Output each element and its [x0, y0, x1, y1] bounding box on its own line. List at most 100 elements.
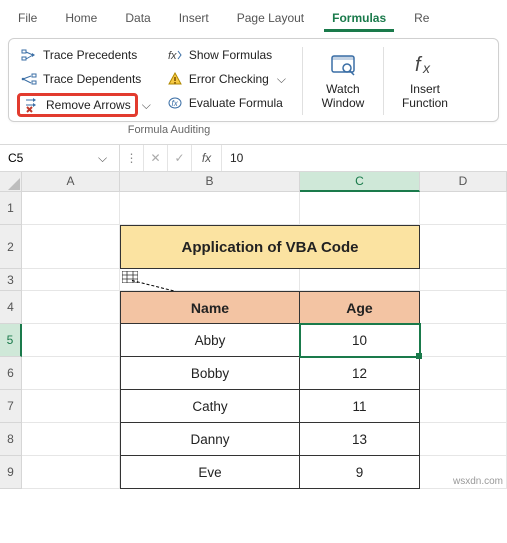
cell[interactable] [22, 456, 120, 489]
row-header-8[interactable]: 8 [0, 423, 22, 456]
group-formula-auditing: Trace Precedents Trace Dependents Remove… [8, 38, 499, 122]
cell[interactable] [420, 269, 507, 291]
formula-bar: ⌵ ⋮ ✕ ✓ fx 10 [0, 144, 507, 172]
cell[interactable] [420, 192, 507, 225]
tab-file[interactable]: File [4, 5, 51, 31]
cancel-button[interactable]: ✕ [144, 145, 168, 171]
svg-text:x: x [422, 60, 431, 76]
cell[interactable] [420, 225, 507, 269]
auditing-buttons-left: Trace Precedents Trace Dependents Remove… [17, 45, 153, 117]
tab-formulas[interactable]: Formulas [318, 5, 400, 31]
remove-arrows-icon [24, 97, 40, 113]
cell[interactable] [22, 192, 120, 225]
table-row: Abby 10 [120, 324, 420, 357]
show-formulas-label: Show Formulas [189, 48, 272, 62]
watch-window-button[interactable]: WatchWindow [313, 45, 373, 117]
name-box-dropdown[interactable]: ⌵ [96, 151, 109, 166]
watch-window-icon [329, 51, 357, 79]
cell[interactable] [22, 291, 120, 324]
tab-insert[interactable]: Insert [165, 5, 223, 31]
cell-age-active[interactable]: 10 [300, 324, 420, 357]
row-header-3[interactable]: 3 [0, 269, 22, 291]
cell[interactable] [120, 192, 300, 225]
row-header-1[interactable]: 1 [0, 192, 22, 225]
row-header-2[interactable]: 2 [0, 225, 22, 269]
name-box[interactable]: ⌵ [0, 145, 120, 171]
cell-name[interactable]: Abby [120, 324, 300, 357]
evaluate-formula-label: Evaluate Formula [189, 96, 283, 110]
cell[interactable] [120, 269, 300, 291]
tab-page-layout[interactable]: Page Layout [223, 5, 318, 31]
cell[interactable] [22, 390, 120, 423]
cell[interactable] [300, 192, 420, 225]
cell[interactable] [300, 269, 420, 291]
col-header-c[interactable]: C [300, 172, 420, 192]
table-row: Eve 9 [120, 456, 420, 489]
cell-name[interactable]: Eve [120, 456, 300, 489]
tab-data[interactable]: Data [111, 5, 164, 31]
cell-name[interactable]: Danny [120, 423, 300, 456]
name-box-input[interactable] [6, 150, 96, 166]
cell-age[interactable]: 9 [300, 456, 420, 489]
cell[interactable] [420, 357, 507, 390]
trace-precedents-button[interactable]: Trace Precedents [17, 45, 153, 65]
cell[interactable] [22, 269, 120, 291]
tab-review[interactable]: Re [400, 5, 443, 31]
tab-home[interactable]: Home [51, 5, 111, 31]
error-checking-dropdown[interactable]: ⌵ [275, 72, 288, 87]
table-row: Danny 13 [120, 423, 420, 456]
cell-age[interactable]: 13 [300, 423, 420, 456]
cell[interactable] [420, 423, 507, 456]
trace-dependents-label: Trace Dependents [43, 72, 141, 86]
row-header-6[interactable]: 6 [0, 357, 22, 390]
remove-arrows-dropdown[interactable]: ⌵ [140, 98, 153, 113]
evaluate-formula-button[interactable]: fx Evaluate Formula [163, 93, 292, 113]
col-header-b[interactable]: B [120, 172, 300, 192]
trace-dependents-button[interactable]: Trace Dependents [17, 69, 153, 89]
trace-precedents-label: Trace Precedents [43, 48, 137, 62]
row-header-5[interactable]: 5 [0, 324, 22, 357]
column-headers: A B C D [0, 172, 507, 192]
row-header-7[interactable]: 7 [0, 390, 22, 423]
show-formulas-button[interactable]: fx Show Formulas [163, 45, 292, 65]
header-name[interactable]: Name [120, 291, 300, 324]
svg-text:fx: fx [171, 99, 178, 108]
table-row: Cathy 11 [120, 390, 420, 423]
watch-window-label-2: Window [322, 96, 365, 110]
show-formulas-icon: fx [167, 47, 183, 63]
cell[interactable] [420, 324, 507, 357]
cell[interactable] [22, 225, 120, 269]
select-all-triangle[interactable] [0, 172, 22, 192]
error-checking-icon [167, 71, 183, 87]
row-header-4[interactable]: 4 [0, 291, 22, 324]
error-checking-label: Error Checking [189, 72, 269, 86]
insert-function-button[interactable]: fx InsertFunction [394, 45, 456, 117]
remove-arrows-label: Remove Arrows [46, 98, 131, 112]
cell-name[interactable]: Bobby [120, 357, 300, 390]
remove-arrows-button[interactable]: Remove Arrows [17, 93, 138, 117]
ribbon-tabs: File Home Data Insert Page Layout Formul… [0, 0, 507, 32]
header-age[interactable]: Age [300, 291, 420, 324]
col-header-a[interactable]: A [22, 172, 120, 192]
col-header-d[interactable]: D [420, 172, 507, 192]
cell[interactable] [22, 423, 120, 456]
cell-age-value: 10 [352, 333, 367, 348]
fill-handle[interactable] [416, 353, 422, 359]
cell[interactable] [420, 390, 507, 423]
cell[interactable] [22, 357, 120, 390]
fx-button[interactable]: fx [192, 145, 222, 171]
insert-function-label-1: Insert [410, 82, 440, 96]
cell[interactable] [22, 324, 120, 357]
table-title[interactable]: Application of VBA Code [120, 225, 420, 269]
formula-input[interactable]: 10 [222, 145, 507, 171]
watch-window-label-1: Watch [326, 82, 360, 96]
cell-age[interactable]: 11 [300, 390, 420, 423]
row-header-9[interactable]: 9 [0, 456, 22, 489]
error-checking-button[interactable]: Error Checking ⌵ [163, 69, 292, 89]
cell-age[interactable]: 12 [300, 357, 420, 390]
cell[interactable] [420, 291, 507, 324]
cell-name[interactable]: Cathy [120, 390, 300, 423]
table-body: Abby 10 Bobby 12 Cathy 11 Danny 13 Eve 9 [120, 324, 420, 489]
watermark: wsxdn.com [453, 476, 503, 487]
confirm-button[interactable]: ✓ [168, 145, 192, 171]
